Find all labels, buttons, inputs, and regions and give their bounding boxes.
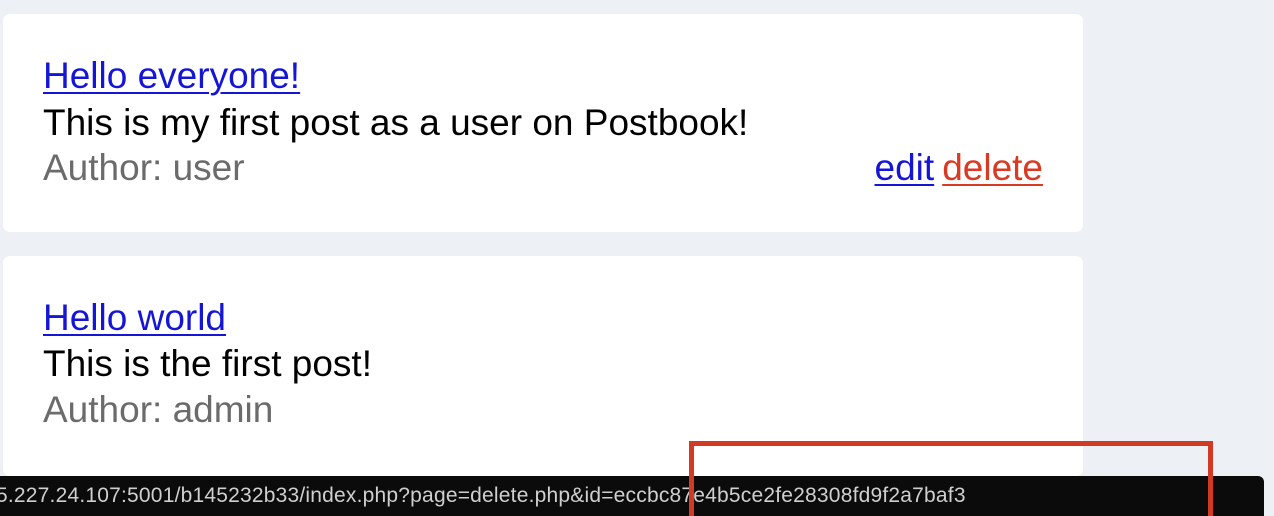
delete-link[interactable]: delete xyxy=(942,147,1043,188)
page: Hello everyone! This is my first post as… xyxy=(0,0,1274,516)
post-author: Author: admin xyxy=(43,389,274,430)
post-title-link[interactable]: Hello world xyxy=(43,296,226,340)
post-actions: edit delete xyxy=(875,146,1043,190)
post-body: This is the first post! xyxy=(43,343,372,384)
post-body: This is my first post as a user on Postb… xyxy=(43,102,749,143)
post-card: Hello world This is the first post! Auth… xyxy=(3,256,1083,476)
post-card: Hello everyone! This is my first post as… xyxy=(3,14,1083,232)
status-bar-url: 5.227.24.107:5001/b145232b33/index.php?p… xyxy=(0,484,966,507)
post-author: Author: user xyxy=(43,147,245,188)
edit-link[interactable]: edit xyxy=(875,147,935,188)
post-title-link[interactable]: Hello everyone! xyxy=(43,54,300,98)
browser-status-bar: 5.227.24.107:5001/b145232b33/index.php?p… xyxy=(0,476,1264,516)
